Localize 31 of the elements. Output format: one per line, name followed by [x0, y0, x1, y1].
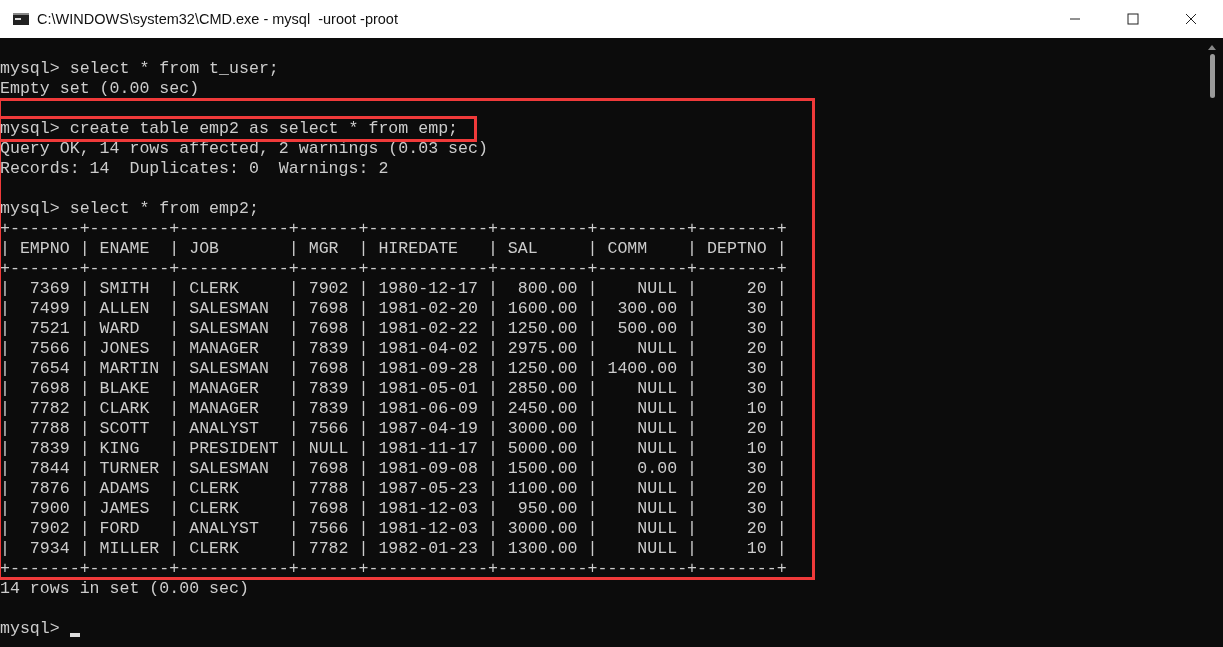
terminal-icon	[13, 13, 29, 25]
console-line: | 7654 | MARTIN | SALESMAN | 7698 | 1981-09-28 | 1250.00 | 1400.00 | 30 |	[0, 359, 787, 379]
console-line: | 7788 | SCOTT | ANALYST | 7566 | 1987-04-19 | 3000.00 | NULL | 20 |	[0, 419, 787, 439]
console-line: | 7839 | KING | PRESIDENT | NULL | 1981-11-17 | 5000.00 | NULL | 10 |	[0, 439, 787, 459]
console-line: | EMPNO | ENAME | JOB | MGR | HIREDATE | SAL | COMM | DEPTNO |	[0, 239, 787, 259]
console-line: mysql> select * from t_user;	[0, 59, 279, 79]
console-line: | 7934 | MILLER | CLERK | 7782 | 1982-01-23 | 1300.00 | NULL | 10 |	[0, 539, 787, 559]
console-line: | 7782 | CLARK | MANAGER | 7839 | 1981-06-09 | 2450.00 | NULL | 10 |	[0, 399, 787, 419]
console-line: Records: 14 Duplicates: 0 Warnings: 2	[0, 159, 389, 179]
console-line: Query OK, 14 rows affected, 2 warnings (0.03 sec)	[0, 139, 488, 159]
close-icon[interactable]	[1185, 13, 1197, 25]
console-line: | 7876 | ADAMS | CLERK | 7788 | 1987-05-23 | 1100.00 | NULL | 20 |	[0, 479, 787, 499]
console-line: 14 rows in set (0.00 sec)	[0, 579, 249, 599]
console-line: | 7521 | WARD | SALESMAN | 7698 | 1981-02-22 | 1250.00 | 500.00 | 30 |	[0, 319, 787, 339]
console-line: | 7844 | TURNER | SALESMAN | 7698 | 1981-09-08 | 1500.00 | 0.00 | 30 |	[0, 459, 787, 479]
maximize-icon[interactable]	[1127, 13, 1139, 25]
console-line: | 7900 | JAMES | CLERK | 7698 | 1981-12-03 | 950.00 | NULL | 30 |	[0, 499, 787, 519]
console-prompt: mysql>	[0, 619, 60, 639]
scrollbar-thumb[interactable]	[1209, 54, 1215, 98]
console-line: | 7902 | FORD | ANALYST | 7566 | 1981-12-03 | 3000.00 | NULL | 20 |	[0, 519, 787, 539]
console-line: mysql> select * from emp2;	[0, 199, 259, 219]
window-title: C:\WINDOWS\system32\CMD.exe - mysql -uroot -proot	[37, 11, 398, 27]
console-line: | 7369 | SMITH | CLERK | 7902 | 1980-12-17 | 800.00 | NULL | 20 |	[0, 279, 787, 299]
console-line: | 7499 | ALLEN | SALESMAN | 7698 | 1981-02-20 | 1600.00 | 300.00 | 30 |	[0, 299, 787, 319]
console-line: | 7566 | JONES | MANAGER | 7839 | 1981-04-02 | 2975.00 | NULL | 20 |	[0, 339, 787, 359]
scroll-up-icon[interactable]	[1208, 44, 1216, 50]
console-line: +-------+--------+-----------+------+------------+---------+---------+--------+	[0, 219, 787, 239]
console-line: | 7698 | BLAKE | MANAGER | 7839 | 1981-05-01 | 2850.00 | NULL | 30 |	[0, 379, 787, 399]
console-line: Empty set (0.00 sec)	[0, 79, 200, 99]
console-line: +-------+--------+-----------+------+------------+---------+---------+--------+	[0, 259, 787, 279]
console-line: +-------+--------+-----------+------+------------+---------+---------+--------+	[0, 559, 787, 579]
